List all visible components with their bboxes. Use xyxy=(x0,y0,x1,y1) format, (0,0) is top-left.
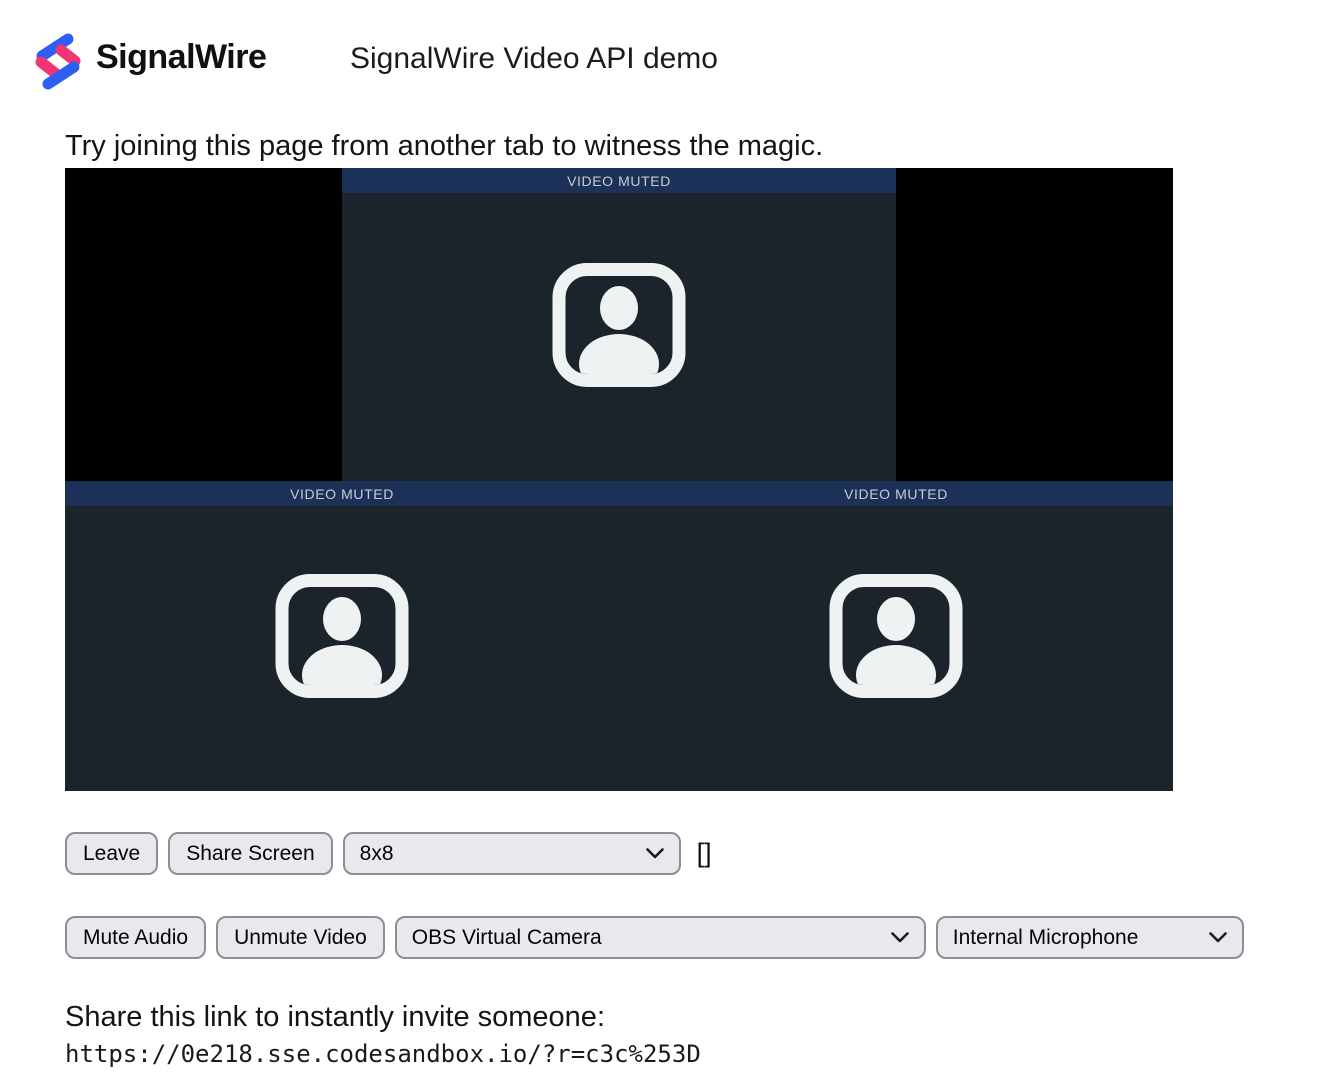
microphone-select[interactable]: Internal Microphone xyxy=(936,916,1244,959)
share-link-label: Share this link to instantly invite some… xyxy=(65,1001,605,1034)
video-muted-banner: VIDEO MUTED xyxy=(65,481,619,506)
controls-row-primary: Leave Share Screen 8x8 [] xyxy=(65,832,712,875)
video-grid: VIDEO MUTED VIDEO MUTED xyxy=(65,168,1173,791)
signalwire-logo-icon xyxy=(30,33,86,89)
video-muted-banner: VIDEO MUTED xyxy=(619,481,1173,506)
video-tile-bottom-left: VIDEO MUTED xyxy=(65,481,619,791)
person-avatar-icon xyxy=(553,263,686,387)
chevron-down-icon xyxy=(891,932,909,943)
person-avatar-icon xyxy=(830,574,963,698)
intro-text: Try joining this page from another tab t… xyxy=(65,130,823,163)
camera-select-value: OBS Virtual Camera xyxy=(412,926,602,950)
layout-brackets-text: [] xyxy=(697,838,712,869)
mute-audio-button[interactable]: Mute Audio xyxy=(65,916,206,959)
page-title: SignalWire Video API demo xyxy=(350,42,718,76)
microphone-select-value: Internal Microphone xyxy=(953,926,1139,950)
unmute-video-button[interactable]: Unmute Video xyxy=(216,916,385,959)
chevron-down-icon xyxy=(646,848,664,859)
layout-select[interactable]: 8x8 xyxy=(343,832,681,875)
person-avatar-icon xyxy=(276,574,409,698)
layout-select-value: 8x8 xyxy=(360,842,394,866)
video-muted-label: VIDEO MUTED xyxy=(290,486,394,502)
video-muted-label: VIDEO MUTED xyxy=(844,486,948,502)
brand-wordmark: SignalWire xyxy=(96,38,266,77)
leave-button[interactable]: Leave xyxy=(65,832,158,875)
video-tile-top: VIDEO MUTED xyxy=(342,168,896,481)
video-muted-banner: VIDEO MUTED xyxy=(342,168,896,193)
video-tile-bottom-right: VIDEO MUTED xyxy=(619,481,1173,791)
chevron-down-icon xyxy=(1209,932,1227,943)
controls-row-devices: Mute Audio Unmute Video OBS Virtual Came… xyxy=(65,916,1244,959)
share-screen-button[interactable]: Share Screen xyxy=(168,832,332,875)
share-link-url[interactable]: https://0e218.sse.codesandbox.io/?r=c3c%… xyxy=(65,1040,701,1068)
video-muted-label: VIDEO MUTED xyxy=(567,173,671,189)
camera-select[interactable]: OBS Virtual Camera xyxy=(395,916,926,959)
signalwire-demo-page: SignalWire SignalWire Video API demo Try… xyxy=(0,0,1336,1090)
